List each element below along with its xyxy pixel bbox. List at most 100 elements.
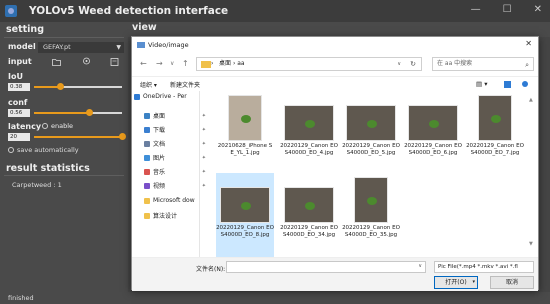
latency-label: latency — [8, 122, 42, 131]
settings-panel: setting model GEFAY.pt ▼ input IoU 0.38 … — [0, 22, 128, 304]
conf-slider[interactable] — [34, 109, 122, 116]
iou-label: IoU — [8, 72, 23, 81]
sidebar-item-label: Microsoft dow — [153, 197, 195, 204]
image-thumbnail — [284, 187, 334, 223]
dialog-footer: 文件名(N): ∨ Pic File(*.mp4 *.mkv *.avi *.f… — [132, 257, 538, 291]
view-heading: view — [132, 22, 157, 33]
divider — [4, 175, 124, 176]
scroll-down-icon[interactable]: ▼ — [529, 241, 533, 247]
breadcrumb-item[interactable]: 桌面 — [219, 60, 231, 67]
file-tile[interactable]: 20220129_Canon EOS4000D_EO_35.jpg — [342, 173, 400, 263]
sidebar-item-label: 文档 — [153, 141, 166, 148]
recent-dropdown-icon[interactable]: ∨ — [170, 60, 174, 67]
back-icon[interactable]: ← — [140, 59, 147, 68]
view-options-icon[interactable]: ▤ ▾ — [476, 80, 487, 88]
sidebar-item[interactable]: 下载 ✦ — [144, 125, 208, 134]
latency-spinbox[interactable]: 20 — [8, 133, 30, 141]
input-label: input — [8, 57, 32, 66]
sidebar-item-label: OneDrive - Per — [143, 93, 187, 100]
open-button[interactable]: 打开(O) ▾ — [434, 276, 478, 289]
dialog-close-button[interactable]: ✕ — [525, 39, 532, 48]
weed-plant — [241, 115, 251, 123]
image-thumbnail — [408, 105, 458, 141]
sidebar-item[interactable]: 音乐 ✦ — [144, 167, 208, 176]
input-row: input — [0, 57, 128, 66]
help-icon[interactable] — [522, 81, 528, 87]
conf-label: conf — [8, 98, 28, 107]
breadcrumb-item[interactable]: aa — [237, 60, 244, 67]
sidebar-item[interactable]: 图片 ✦ — [144, 153, 208, 162]
file-tile[interactable]: 20220129_Canon EOS4000D_EO_5.jpg — [342, 91, 400, 181]
file-tile[interactable]: 20220129_Canon EOS4000D_EO_7.jpg — [466, 91, 524, 181]
folder-icon — [134, 93, 140, 100]
file-name: 20220129_Canon EOS4000D_EO_6.jpg — [404, 143, 462, 156]
filename-input[interactable]: ∨ — [226, 261, 426, 273]
search-placeholder: 在 aa 中搜索 — [437, 60, 473, 67]
sidebar-item[interactable]: 视频 ✦ — [144, 181, 208, 190]
image-thumbnail — [346, 105, 396, 141]
chevron-down-icon[interactable]: ∨ — [418, 263, 422, 269]
file-tile[interactable]: 20220129_Canon EOS4000D_EO_4.jpg — [280, 91, 338, 181]
folder-icon — [144, 182, 150, 189]
forward-icon[interactable]: → — [156, 59, 163, 68]
sidebar-item[interactable]: 文档 ✦ — [144, 139, 208, 148]
maximize-button[interactable]: ☐ — [503, 4, 512, 15]
file-icon[interactable] — [110, 58, 119, 66]
radio-icon — [8, 147, 14, 153]
sidebar-item[interactable]: Microsoft dow — [144, 197, 208, 204]
latency-slider[interactable] — [34, 133, 126, 140]
latency-enable-radio[interactable]: enable — [42, 122, 73, 130]
model-select[interactable]: GEFAY.pt ▼ — [38, 42, 124, 53]
conf-slider-handle[interactable] — [85, 109, 93, 116]
up-icon[interactable]: ↑ — [182, 59, 189, 68]
dialog-title: Video/image — [148, 41, 189, 49]
file-tile[interactable]: 20210628_iPhone SE_YL_1.jpg — [216, 91, 274, 181]
folder-icon — [144, 212, 150, 219]
iou-spinbox[interactable]: 0.38 — [8, 83, 30, 91]
title-bar: YOLOv5 Weed detection interface — ☐ ✕ — [0, 0, 550, 22]
weed-plant — [429, 120, 439, 128]
preview-pane-icon[interactable] — [504, 81, 511, 88]
refresh-icon[interactable]: ↻ — [410, 58, 416, 70]
folder-icon[interactable] — [52, 58, 61, 66]
save-automatically-radio[interactable]: save automatically — [8, 146, 79, 154]
filename-label: 文件名(N): — [196, 266, 226, 273]
image-thumbnail — [284, 105, 334, 141]
sidebar-item[interactable]: 算法设计 — [144, 211, 208, 220]
address-bar[interactable]: › 桌面 › aa ∨ ↻ — [196, 57, 422, 71]
file-tile[interactable]: 20220129_Canon EOS4000D_EO_6.jpg — [404, 91, 462, 181]
webcam-icon[interactable] — [82, 57, 91, 66]
latency-row: latency enable — [0, 122, 128, 131]
file-type-select[interactable]: Pic File(*.mp4 *.mkv *.avi *.fl — [434, 261, 534, 273]
folder-icon — [144, 168, 150, 175]
address-dropdown-icon[interactable]: ∨ — [397, 58, 401, 70]
folder-icon — [201, 61, 211, 68]
sidebar-item[interactable]: 桌面 ✦ — [144, 111, 208, 120]
image-thumbnail — [220, 187, 270, 223]
file-tile[interactable]: 20220129_Canon EOS4000D_EO_34.jpg — [280, 173, 338, 263]
cancel-button[interactable]: 取消 — [490, 276, 534, 289]
latency-enable-label: enable — [51, 122, 74, 130]
chevron-down-icon[interactable]: ▾ — [472, 277, 475, 288]
search-input[interactable]: 在 aa 中搜索 ⌕ — [432, 57, 534, 71]
close-button[interactable]: ✕ — [534, 4, 542, 15]
iou-slider[interactable] — [34, 83, 122, 90]
vertical-scrollbar[interactable]: ▲ ▼ — [529, 97, 535, 247]
conf-slider-fill — [34, 112, 90, 114]
minimize-button[interactable]: — — [471, 4, 481, 15]
conf-spinbox[interactable]: 0.56 — [8, 109, 30, 117]
sidebar-item[interactable]: OneDrive - Per — [134, 93, 198, 100]
file-name: 20220129_Canon EOS4000D_EO_34.jpg — [280, 225, 338, 238]
new-folder-button[interactable]: 新建文件夹 — [170, 80, 200, 89]
scroll-up-icon[interactable]: ▲ — [529, 97, 533, 103]
organize-menu[interactable]: 组织 ▾ — [140, 80, 157, 89]
navigation-pane: OneDrive - Per 桌面 ✦ 下载 ✦ 文档 ✦ 图片 ✦ 音乐 ✦ 视频 ✦ Microsof… — [132, 91, 206, 257]
iou-slider-handle[interactable] — [56, 83, 64, 90]
latency-slider-handle[interactable] — [118, 133, 126, 140]
file-name: 20220129_Canon EOS4000D_EO_4.jpg — [280, 143, 338, 156]
weed-plant — [305, 202, 315, 210]
file-tile[interactable]: 20220129_Canon EOS4000D_EO_8.jpg — [216, 173, 274, 263]
sidebar-item-label: 桌面 — [153, 113, 166, 120]
app-title: YOLOv5 Weed detection interface — [29, 5, 229, 17]
model-label: model — [8, 42, 36, 51]
